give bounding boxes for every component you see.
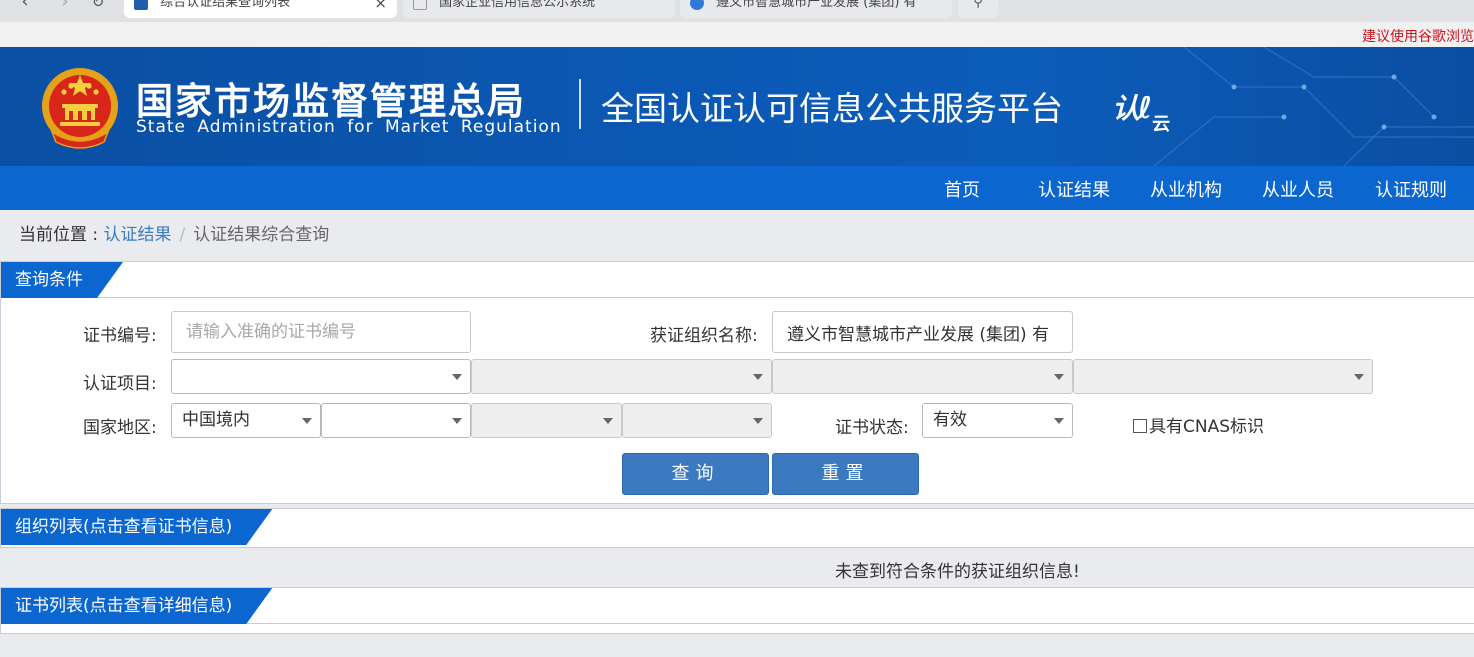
chevron-down-icon <box>450 404 464 437</box>
project-label: 认证项目: <box>83 374 157 394</box>
org-list-title: 组织列表(点击查看证书信息) <box>1 509 272 545</box>
cnas-label: 具有CNAS标识 <box>1149 417 1265 437</box>
browser-tab-results[interactable]: 综合认证结果查询列表 × <box>124 0 397 18</box>
tab-title: 遵义市智慧城市产业发展 (集团) 有 <box>716 0 917 10</box>
reload-icon[interactable]: ↻ <box>88 0 108 12</box>
browser-tab-credit[interactable]: 国家企业信用信息公示系统 <box>403 0 675 18</box>
city-select <box>471 403 622 438</box>
breadcrumb-link-results[interactable]: 认证结果 <box>104 225 172 245</box>
project-subselect-2 <box>772 359 1073 394</box>
nav-home[interactable]: 首页 <box>944 176 980 202</box>
breadcrumb-prefix: 当前位置 : <box>19 225 104 245</box>
notice-bar: 建议使用谷歌浏览 <box>0 22 1474 47</box>
project-subselect-1 <box>471 359 772 394</box>
chevron-down-icon <box>601 404 615 437</box>
chevron-down-icon <box>751 360 765 393</box>
nav-cert-results[interactable]: 认证结果 <box>1038 176 1110 202</box>
search-engine-icon <box>690 0 704 10</box>
chevron-down-icon <box>450 360 464 393</box>
org-list-empty-message: 未查到符合条件的获证组织信息! <box>835 562 1080 582</box>
status-select-value: 有效 <box>933 410 967 430</box>
nav-institutions[interactable]: 从业机构 <box>1150 176 1222 202</box>
browser-recommendation-notice: 建议使用谷歌浏览 <box>1362 29 1474 45</box>
back-icon[interactable]: ‹ <box>15 0 35 12</box>
tab-title: 综合认证结果查询列表 <box>160 0 291 10</box>
project-subselect-3 <box>1073 359 1373 394</box>
org-name-label: 获证组织名称: <box>650 326 758 346</box>
cnas-checkbox[interactable]: 具有CNAS标识 <box>1133 412 1264 437</box>
tab-search-icon[interactable]: ⚲ <box>958 0 998 18</box>
breadcrumb-current: 认证结果综合查询 <box>193 225 330 245</box>
national-emblem-icon <box>42 68 118 149</box>
checkbox-icon[interactable] <box>1133 419 1147 433</box>
platform-title: 全国认证认可信息公共服务平台 <box>601 89 1063 128</box>
query-panel-header: 查询条件 <box>1 262 1474 298</box>
region-select[interactable]: 中国境内 <box>171 403 321 438</box>
query-panel-title: 查询条件 <box>1 262 123 298</box>
close-icon[interactable]: × <box>374 0 387 16</box>
cloud-logo-main: 认 <box>1112 92 1140 125</box>
cert-no-label: 证书编号: <box>83 326 157 346</box>
project-select[interactable] <box>171 359 471 394</box>
status-select[interactable]: 有效 <box>922 403 1073 438</box>
region-select-value: 中国境内 <box>182 410 250 430</box>
org-list-panel: 组织列表(点击查看证书信息) <box>0 508 1474 548</box>
search-button[interactable]: 查询 <box>622 453 769 495</box>
org-list-header: 组织列表(点击查看证书信息) <box>1 509 1474 545</box>
province-select[interactable] <box>321 403 471 438</box>
chevron-down-icon <box>751 404 765 437</box>
agency-name-en: State Administration for Market Regulati… <box>136 117 562 137</box>
nav-practitioners[interactable]: 从业人员 <box>1262 176 1334 202</box>
site-favicon-icon <box>134 0 148 10</box>
title-divider <box>579 79 581 129</box>
link-icon <box>413 0 427 10</box>
chevron-down-icon <box>300 404 314 437</box>
chevron-down-icon <box>1052 404 1066 437</box>
tab-title: 国家企业信用信息公示系统 <box>439 0 596 10</box>
circuit-decoration-icon <box>1153 47 1474 166</box>
reset-button[interactable]: 重置 <box>772 453 919 495</box>
browser-tab-strip: ‹ › ↻ 综合认证结果查询列表 × 国家企业信用信息公示系统 遵义市智慧城市产… <box>0 0 1474 22</box>
cert-list-header: 证书列表(点击查看详细信息) <box>1 588 1474 624</box>
breadcrumb-separator: / <box>179 225 186 245</box>
breadcrumb: 当前位置 : 认证结果 / 认证结果综合查询 <box>19 220 329 245</box>
district-select <box>622 403 772 438</box>
cert-list-title: 证书列表(点击查看详细信息) <box>1 588 272 624</box>
main-navigation: 首页 认证结果 从业机构 从业人员 认证规则 <box>0 166 1474 210</box>
chevron-down-icon <box>1352 360 1366 393</box>
region-label: 国家地区: <box>83 418 157 438</box>
org-name-input[interactable] <box>772 311 1073 353</box>
browser-tab-search[interactable]: 遵义市智慧城市产业发展 (集团) 有 <box>680 0 952 18</box>
forward-icon[interactable]: › <box>55 0 75 12</box>
cert-list-panel: 证书列表(点击查看详细信息) <box>0 587 1474 634</box>
renzheng-cloud-logo: 认ℓ 云 <box>1112 91 1170 135</box>
site-banner: 国家市场监督管理总局 State Administration for Mark… <box>0 47 1474 166</box>
status-label: 证书状态: <box>835 418 909 438</box>
chevron-down-icon <box>1052 360 1066 393</box>
cert-no-input[interactable] <box>171 311 471 353</box>
cloud-logo-suffix: 云 <box>1152 114 1170 135</box>
nav-cert-rules[interactable]: 认证规则 <box>1375 176 1447 202</box>
